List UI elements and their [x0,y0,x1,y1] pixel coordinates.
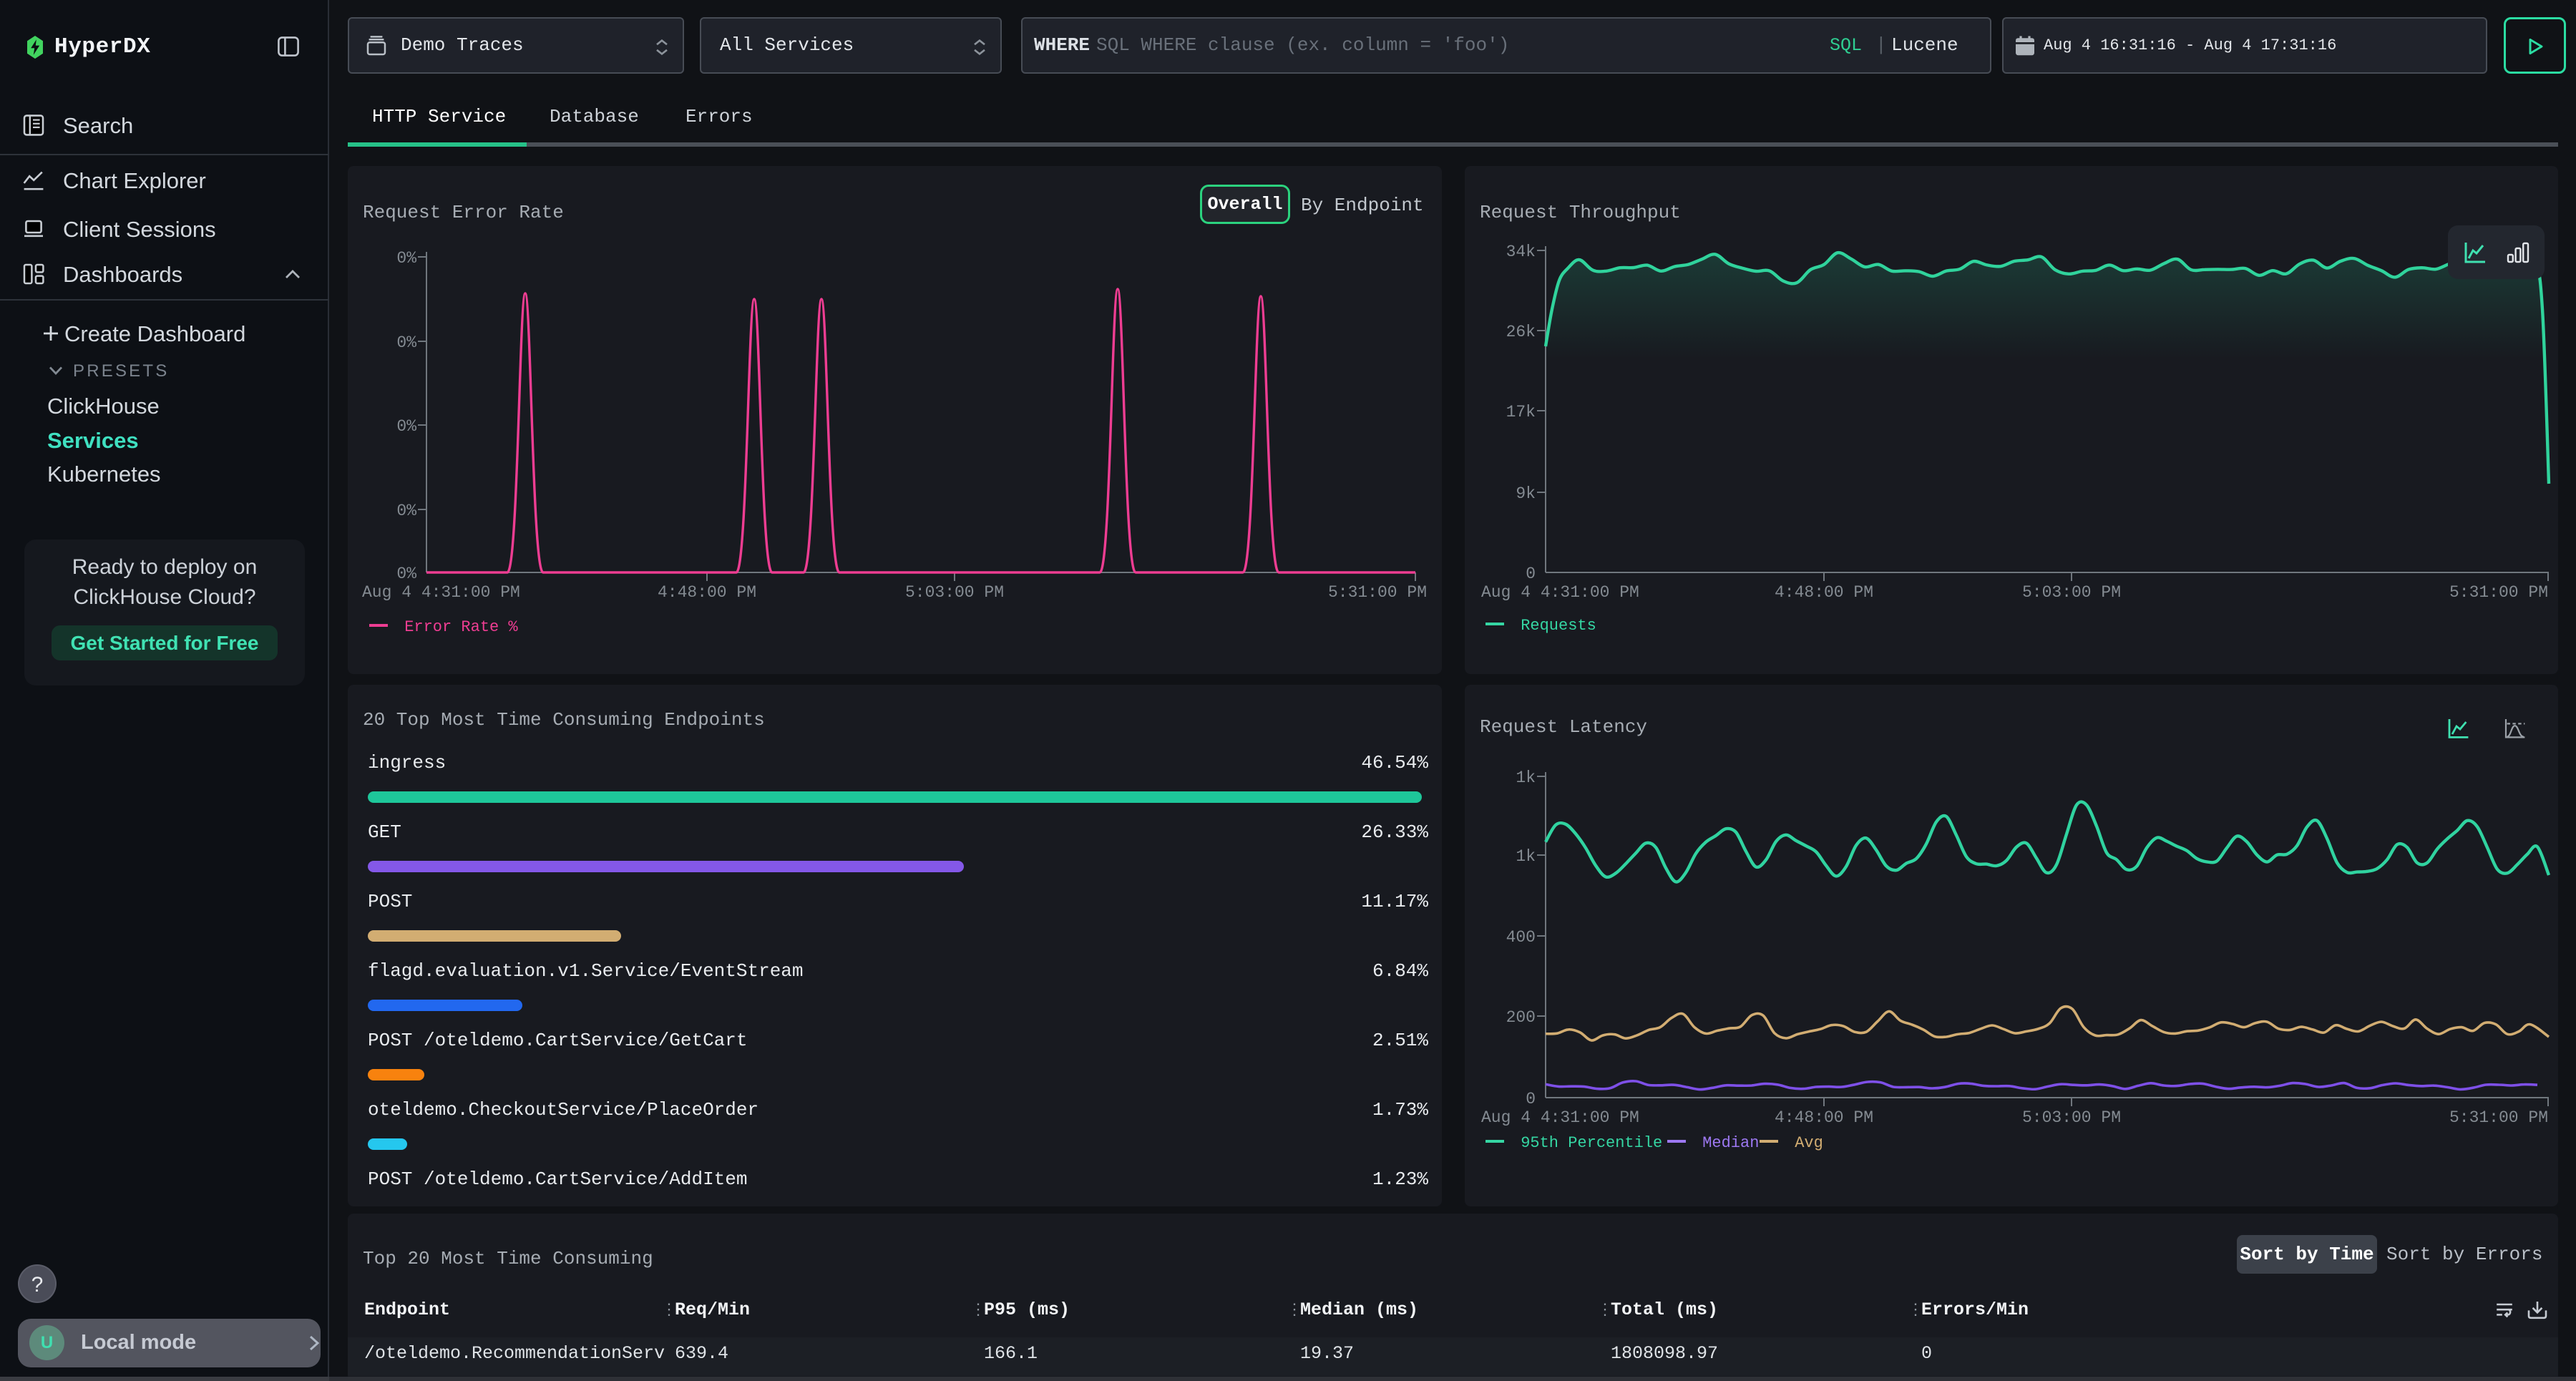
svg-text:4:48:00 PM: 4:48:00 PM [1775,583,1873,602]
svg-text:17k: 17k [1506,403,1536,421]
svg-text:5:03:00 PM: 5:03:00 PM [2022,1108,2121,1127]
svg-text:0%: 0% [396,249,416,268]
svg-text:26k: 26k [1506,323,1536,341]
svg-text:Aug 4 4:31:00 PM: Aug 4 4:31:00 PM [1481,583,1639,602]
svg-text:0%: 0% [396,565,416,583]
svg-text:0: 0 [1526,565,1536,583]
svg-text:1k: 1k [1516,847,1536,866]
svg-text:200: 200 [1506,1008,1536,1027]
svg-text:5:03:00 PM: 5:03:00 PM [905,583,1004,602]
svg-text:400: 400 [1506,928,1536,947]
svg-text:9k: 9k [1516,484,1536,503]
svg-text:Aug 4 4:31:00 PM: Aug 4 4:31:00 PM [1481,1108,1639,1127]
svg-text:0: 0 [1526,1090,1536,1108]
svg-text:4:48:00 PM: 4:48:00 PM [658,583,756,602]
svg-text:5:03:00 PM: 5:03:00 PM [2022,583,2121,602]
svg-text:0%: 0% [396,502,416,520]
svg-text:5:31:00 PM: 5:31:00 PM [2449,1108,2548,1127]
svg-text:34k: 34k [1506,243,1536,261]
svg-text:5:31:00 PM: 5:31:00 PM [2449,583,2548,602]
svg-text:4:48:00 PM: 4:48:00 PM [1775,1108,1873,1127]
svg-text:1k: 1k [1516,768,1536,787]
svg-text:5:31:00 PM: 5:31:00 PM [1328,583,1427,602]
svg-text:Aug 4 4:31:00 PM: Aug 4 4:31:00 PM [362,583,520,602]
svg-text:0%: 0% [396,417,416,436]
svg-text:0%: 0% [396,333,416,352]
